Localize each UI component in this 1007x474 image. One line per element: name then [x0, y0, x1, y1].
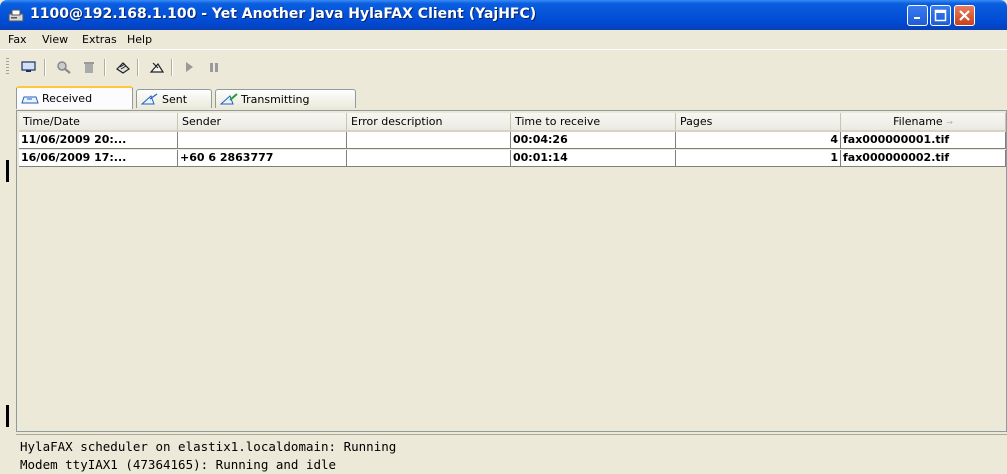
view-fax-icon	[21, 61, 36, 72]
toolbar-grip[interactable]	[6, 58, 9, 76]
column-header-filename[interactable]: Filename →	[841, 113, 1006, 132]
column-header-time-to-receive[interactable]: Time to receive	[511, 113, 676, 132]
toolbar	[0, 51, 1007, 83]
search-button[interactable]	[55, 59, 73, 75]
menu-bar: Fax View Extras Help	[0, 30, 1007, 50]
forward-button[interactable]	[148, 59, 166, 75]
tab-transmitting-label: Transmitting	[241, 92, 310, 106]
table-row[interactable]: 11/06/2009 20:... 00:04:26 4 fax00000000…	[19, 132, 1006, 149]
magnifier-icon	[57, 61, 71, 74]
pause-icon	[210, 63, 218, 72]
tab-sent-label: Sent	[162, 92, 188, 106]
status-area: HylaFAX scheduler on elastix1.localdomai…	[16, 434, 1007, 474]
pause-button[interactable]	[205, 59, 223, 75]
table-header: Time/Date Sender Error description Time …	[19, 113, 1006, 132]
sort-indicator-icon: →	[946, 118, 953, 127]
app-window: 1100@192.168.1.100 - Yet Another Java Hy…	[0, 0, 1007, 474]
play-button[interactable]	[180, 59, 198, 75]
maximize-button[interactable]	[930, 5, 951, 26]
window-title: 1100@192.168.1.100 - Yet Another Java Hy…	[30, 6, 537, 22]
close-icon	[959, 10, 970, 21]
minimize-icon	[914, 17, 920, 19]
cell-sender	[178, 132, 347, 149]
maximize-icon	[934, 9, 947, 22]
edge-mark	[6, 405, 9, 427]
edge-mark	[6, 160, 9, 182]
tab-transmitting[interactable]: Transmitting	[215, 89, 356, 108]
resend-icon	[116, 62, 130, 74]
column-header-filename-label: Filename	[893, 115, 943, 128]
modem-status: Modem ttyIAX1 (47364165): Running and id…	[20, 457, 337, 472]
column-header-sender[interactable]: Sender	[178, 113, 347, 132]
close-button[interactable]	[954, 5, 975, 26]
toolbar-separator	[137, 59, 139, 76]
transmitting-icon	[220, 93, 238, 105]
title-bar[interactable]: 1100@192.168.1.100 - Yet Another Java Hy…	[0, 0, 1007, 30]
toolbar-separator	[104, 59, 106, 76]
resend-button[interactable]	[114, 59, 132, 75]
minimize-button[interactable]	[907, 5, 928, 26]
trash-icon	[84, 62, 94, 73]
cell-time-to-receive: 00:01:14	[511, 150, 676, 167]
toolbar-separator	[171, 59, 173, 76]
tab-sent[interactable]: Sent	[136, 89, 212, 108]
cell-time-date: 16/06/2009 17:...	[19, 150, 178, 167]
cell-pages: 1	[676, 150, 841, 167]
toolbar-separator	[44, 59, 46, 76]
play-icon	[186, 62, 193, 72]
fax-table[interactable]: Time/Date Sender Error description Time …	[19, 113, 1006, 429]
menu-view[interactable]: View	[42, 33, 68, 46]
menu-help[interactable]: Help	[127, 33, 152, 46]
cell-error-description	[347, 132, 511, 149]
forward-icon	[149, 62, 165, 73]
tab-strip: Received Sent Transmitting	[0, 86, 1007, 110]
column-header-error-description[interactable]: Error description	[347, 113, 511, 132]
tab-received[interactable]: Received	[16, 86, 133, 109]
delete-button[interactable]	[80, 59, 98, 75]
cell-sender: +60 6 2863777	[178, 150, 347, 167]
received-faxes-panel: Time/Date Sender Error description Time …	[16, 110, 1007, 432]
table-row[interactable]: 16/06/2009 17:... +60 6 2863777 00:01:14…	[19, 150, 1006, 167]
scheduler-status: HylaFAX scheduler on elastix1.localdomai…	[20, 439, 397, 454]
menu-extras[interactable]: Extras	[82, 33, 117, 46]
cell-time-to-receive: 00:04:26	[511, 132, 676, 149]
sent-icon	[141, 93, 158, 105]
column-header-pages[interactable]: Pages	[676, 113, 841, 132]
cell-error-description	[347, 150, 511, 167]
cell-filename: fax000000001.tif	[841, 132, 1006, 149]
cell-pages: 4	[676, 132, 841, 149]
column-header-time-date[interactable]: Time/Date	[19, 113, 178, 132]
inbox-icon	[21, 96, 39, 103]
fax-machine-icon	[8, 9, 24, 22]
cell-filename: fax000000002.tif	[841, 150, 1006, 167]
tab-received-label: Received	[42, 92, 93, 105]
cell-time-date: 11/06/2009 20:...	[19, 132, 178, 149]
view-fax-button[interactable]	[20, 59, 38, 75]
menu-fax[interactable]: Fax	[8, 33, 27, 46]
